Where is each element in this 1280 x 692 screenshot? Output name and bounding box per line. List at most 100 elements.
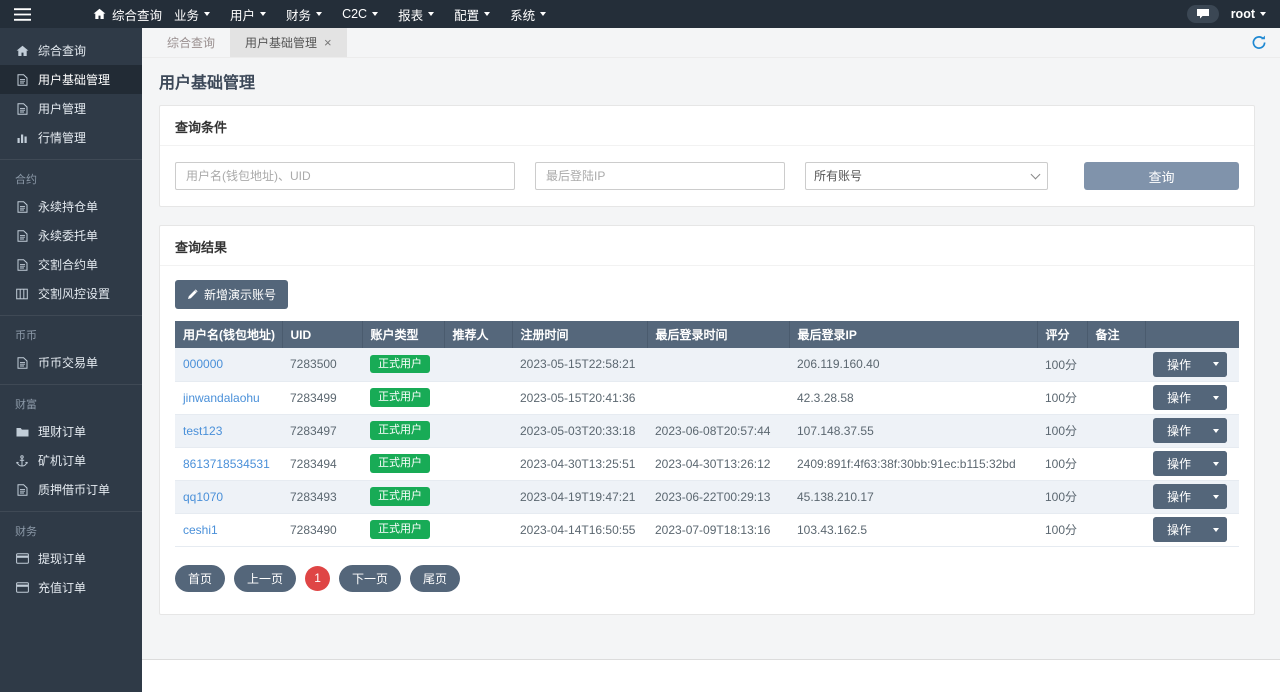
sidebar-item[interactable]: 交割合约单: [0, 250, 142, 279]
topnav-item-label: 用户: [230, 5, 255, 24]
account-type-select-wrap: 所有账号: [805, 162, 1048, 190]
columns-icon: [15, 288, 29, 300]
row-action-dropdown-button[interactable]: [1205, 517, 1227, 542]
user-name: root: [1231, 7, 1255, 21]
topnav-item[interactable]: 配置: [444, 0, 500, 28]
refresh-button[interactable]: [1251, 35, 1267, 50]
uid-cell: 7283499: [282, 381, 362, 414]
row-action-button[interactable]: 操作: [1153, 484, 1205, 509]
last-login-ip-input[interactable]: [535, 162, 785, 190]
account-type-badge: 正式用户: [370, 421, 430, 439]
sidebar-group-label: 合约: [0, 163, 142, 192]
username-cell: 000000: [175, 348, 282, 381]
sidebar-item[interactable]: 充值订单: [0, 573, 142, 602]
username-cell: test123: [175, 414, 282, 447]
sidebar-group: 合约永续持仓单永续委托单交割合约单交割风控设置: [0, 159, 142, 308]
topnav-item[interactable]: C2C: [332, 0, 388, 28]
column-header: 注册时间: [512, 321, 647, 348]
chevron-down-icon: [1213, 362, 1219, 366]
user-menu[interactable]: root: [1231, 7, 1266, 21]
sidebar-item-label: 币币交易单: [38, 354, 98, 371]
register-time-cell: 2023-05-03T20:33:18: [512, 414, 647, 447]
sidebar: 综合查询用户基础管理用户管理行情管理合约永续持仓单永续委托单交割合约单交割风控设…: [0, 28, 142, 692]
remark-cell: [1087, 480, 1145, 513]
account-type-select[interactable]: 所有账号: [805, 162, 1048, 190]
last-login-ip-cell: 45.138.210.17: [789, 480, 1037, 513]
tab-close-icon[interactable]: ×: [324, 36, 332, 49]
pagination-current-page[interactable]: 1: [305, 566, 330, 591]
username-uid-input[interactable]: [175, 162, 515, 190]
pagination-button[interactable]: 下一页: [339, 565, 401, 592]
row-action-button[interactable]: 操作: [1153, 517, 1205, 542]
pagination-button[interactable]: 首页: [175, 565, 225, 592]
username-link[interactable]: qq1070: [183, 490, 223, 504]
referrer-cell: [444, 480, 512, 513]
table-body: 0000007283500正式用户2023-05-15T22:58:21206.…: [175, 348, 1239, 546]
topnav-home[interactable]: 综合查询: [93, 0, 162, 28]
chevron-down-icon: [1213, 495, 1219, 499]
register-time-cell: 2023-04-14T16:50:55: [512, 513, 647, 546]
messages-button[interactable]: [1187, 5, 1219, 23]
row-action-dropdown-button[interactable]: [1205, 418, 1227, 443]
sidebar-item[interactable]: 交割风控设置: [0, 279, 142, 308]
sidebar-item[interactable]: 用户基础管理: [0, 65, 142, 94]
username-link[interactable]: 8613718534531: [183, 457, 270, 471]
referrer-cell: [444, 513, 512, 546]
score-cell: 100分: [1037, 414, 1087, 447]
username-link[interactable]: ceshi1: [183, 523, 218, 537]
chevron-down-icon: [316, 12, 322, 16]
chevron-down-icon: [540, 12, 546, 16]
sidebar-group-label: 财务: [0, 515, 142, 544]
action-split-button: 操作: [1153, 484, 1227, 509]
sidebar-item[interactable]: 用户管理: [0, 94, 142, 123]
sidebar-item-label: 用户基础管理: [38, 71, 110, 88]
uid-cell: 7283497: [282, 414, 362, 447]
uid-cell: 7283500: [282, 348, 362, 381]
sidebar-item[interactable]: 矿机订单: [0, 446, 142, 475]
sidebar-item[interactable]: 行情管理: [0, 123, 142, 152]
pagination-button[interactable]: 上一页: [234, 565, 296, 592]
topnav-item[interactable]: 财务: [276, 0, 332, 28]
row-action-button[interactable]: 操作: [1153, 352, 1205, 377]
row-action-button[interactable]: 操作: [1153, 451, 1205, 476]
sidebar-item[interactable]: 提现订单: [0, 544, 142, 573]
last-login-time-cell: 2023-06-22T00:29:13: [647, 480, 789, 513]
sidebar-item[interactable]: 币币交易单: [0, 348, 142, 377]
pagination-button[interactable]: 尾页: [410, 565, 460, 592]
add-demo-account-button[interactable]: 新增演示账号: [175, 280, 288, 309]
sidebar-item[interactable]: 综合查询: [0, 36, 142, 65]
sidebar-item[interactable]: 理财订单: [0, 417, 142, 446]
search-button[interactable]: 查询: [1084, 162, 1239, 190]
username-link[interactable]: 000000: [183, 357, 223, 371]
doc-icon: [15, 357, 29, 369]
row-action-dropdown-button[interactable]: [1205, 484, 1227, 509]
sidebar-item-label: 用户管理: [38, 100, 86, 117]
chevron-down-icon: [1213, 528, 1219, 532]
username-link[interactable]: jinwandalaohu: [183, 391, 260, 405]
sidebar-item-label: 充值订单: [38, 579, 86, 596]
row-action-button[interactable]: 操作: [1153, 418, 1205, 443]
row-action-dropdown-button[interactable]: [1205, 352, 1227, 377]
sidebar-item[interactable]: 永续持仓单: [0, 192, 142, 221]
topnav-item[interactable]: 用户: [220, 0, 276, 28]
topnav-item[interactable]: 报表: [388, 0, 444, 28]
tab[interactable]: 综合查询: [152, 28, 230, 57]
topnav-item[interactable]: 业务: [164, 0, 220, 28]
sidebar-item[interactable]: 永续委托单: [0, 221, 142, 250]
account-type-cell: 正式用户: [362, 447, 444, 480]
row-action-button[interactable]: 操作: [1153, 385, 1205, 410]
topnav-item[interactable]: 系统: [500, 0, 556, 28]
row-action-dropdown-button[interactable]: [1205, 385, 1227, 410]
action-split-button: 操作: [1153, 385, 1227, 410]
row-action-dropdown-button[interactable]: [1205, 451, 1227, 476]
sidebar-toggle-button[interactable]: [0, 0, 45, 28]
sidebar-item[interactable]: 质押借币订单: [0, 475, 142, 504]
chat-icon: [1196, 8, 1210, 20]
chevron-down-icon: [260, 12, 266, 16]
username-link[interactable]: test123: [183, 424, 222, 438]
chevron-down-icon: [484, 12, 490, 16]
referrer-cell: [444, 348, 512, 381]
tab[interactable]: 用户基础管理×: [230, 28, 347, 57]
actions-cell: 操作: [1145, 513, 1239, 546]
last-login-ip-cell: 2409:891f:4f63:38f:30bb:91ec:b115:32bd: [789, 447, 1037, 480]
